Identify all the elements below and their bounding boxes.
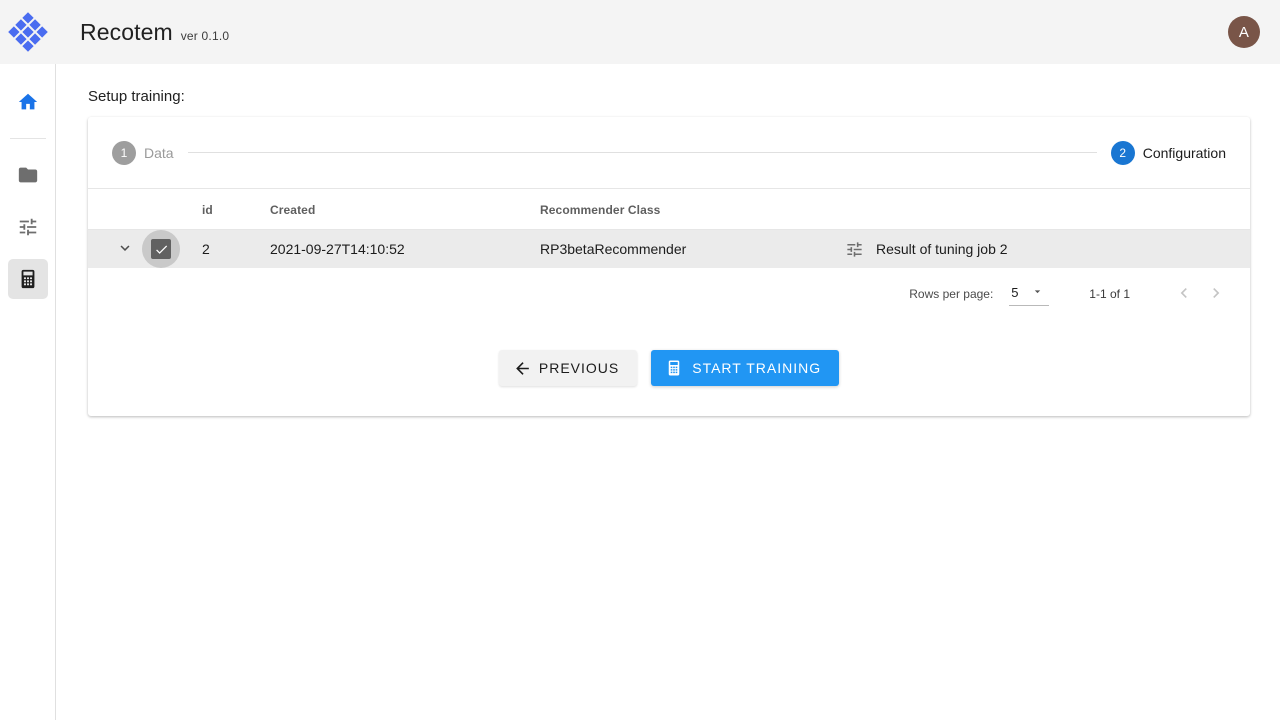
step-2-number: 2: [1111, 141, 1135, 165]
app-version: ver 0.1.0: [181, 29, 230, 43]
step-data[interactable]: 1 Data: [112, 141, 174, 165]
table-row[interactable]: 2 2021-09-27T14:10:52 RP3betaRecommender…: [88, 230, 1250, 269]
app-bar: Recotem ver 0.1.0 A: [0, 0, 1280, 64]
checkbox-checked-icon: [151, 239, 171, 259]
next-page-button[interactable]: [1200, 278, 1232, 310]
cell-recommender-class: RP3betaRecommender: [540, 230, 845, 269]
configurations-table: id Created Recommender Class: [88, 189, 1250, 268]
sidebar-divider: [10, 138, 46, 139]
chevron-right-icon: [1206, 283, 1226, 306]
th-select: [146, 189, 202, 230]
calculator-icon: [665, 359, 683, 377]
table-header-row: id Created Recommender Class: [88, 189, 1250, 230]
tune-icon: [17, 216, 39, 238]
description-text: Result of tuning job 2: [876, 241, 1008, 257]
row-checkbox[interactable]: [142, 230, 180, 268]
brand: Recotem ver 0.1.0: [80, 19, 229, 46]
step-connector: [188, 152, 1097, 153]
cell-created: 2021-09-27T14:10:52: [270, 230, 540, 269]
chevron-down-icon: [116, 239, 134, 260]
expand-row-button[interactable]: [112, 236, 138, 262]
step-1-label: Data: [144, 145, 174, 161]
arrow-left-icon: [513, 359, 532, 378]
chevron-left-icon: [1174, 283, 1194, 306]
card-actions: PREVIOUS START TRAINING: [88, 320, 1250, 416]
sidebar-item-tuning[interactable]: [8, 207, 48, 247]
calculator-icon: [17, 268, 39, 290]
previous-page-button[interactable]: [1168, 278, 1200, 310]
sidebar-item-training[interactable]: [8, 259, 48, 299]
folder-icon: [17, 164, 39, 186]
page-title: Setup training:: [88, 88, 1248, 105]
start-training-button-label: START TRAINING: [692, 360, 821, 376]
cell-select: [146, 230, 202, 269]
cell-id: 2: [202, 230, 270, 269]
table-pagination: Rows per page: 5 1-1 of 1: [88, 268, 1250, 320]
pagination-range: 1-1 of 1: [1089, 287, 1130, 301]
th-created[interactable]: Created: [270, 189, 540, 230]
home-icon: [17, 91, 39, 113]
start-training-button[interactable]: START TRAINING: [651, 350, 839, 386]
chevron-down-icon: [1031, 285, 1044, 301]
app-logo[interactable]: [0, 0, 56, 64]
table-body: 2 2021-09-27T14:10:52 RP3betaRecommender…: [88, 230, 1250, 269]
step-1-number: 1: [112, 141, 136, 165]
previous-button-label: PREVIOUS: [539, 360, 619, 376]
cell-description: Result of tuning job 2: [845, 230, 1250, 269]
stepper: 1 Data 2 Configuration: [88, 117, 1250, 189]
th-recommender-class[interactable]: Recommender Class: [540, 189, 845, 230]
app-title: Recotem: [80, 19, 173, 46]
sidebar-item-home[interactable]: [8, 82, 48, 122]
th-expand: [88, 189, 146, 230]
step-configuration[interactable]: 2 Configuration: [1111, 141, 1226, 165]
sidebar-item-projects[interactable]: [8, 155, 48, 195]
table-head: id Created Recommender Class: [88, 189, 1250, 230]
setup-training-card: 1 Data 2 Configuration id Created Recomm…: [88, 117, 1250, 416]
th-id[interactable]: id: [202, 189, 270, 230]
rows-per-page-value: 5: [1011, 285, 1018, 300]
rows-per-page-label: Rows per page:: [909, 287, 993, 301]
previous-button[interactable]: PREVIOUS: [499, 350, 637, 386]
th-description: [845, 189, 1250, 230]
avatar[interactable]: A: [1228, 16, 1260, 48]
sidebar: [0, 64, 56, 720]
diamond-grid-logo-icon: [8, 12, 48, 52]
main-content: Setup training: 1 Data 2 Configuration i…: [56, 64, 1280, 720]
cell-expand: [88, 230, 146, 269]
rows-per-page-select[interactable]: 5: [1009, 283, 1049, 306]
step-2-label: Configuration: [1143, 145, 1226, 161]
tune-icon: [845, 240, 864, 259]
